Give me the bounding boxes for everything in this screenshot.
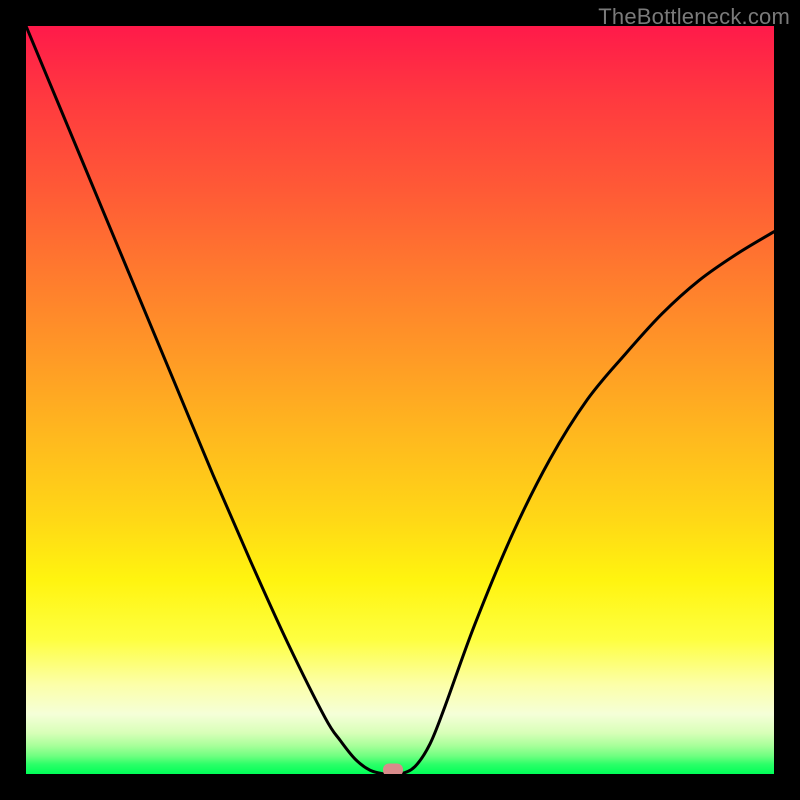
curve-layer [26,26,774,774]
optimal-point-marker [383,764,403,775]
watermark-text: TheBottleneck.com [598,4,790,30]
bottleneck-curve [26,26,774,774]
plot-area [26,26,774,774]
chart-frame: TheBottleneck.com [0,0,800,800]
